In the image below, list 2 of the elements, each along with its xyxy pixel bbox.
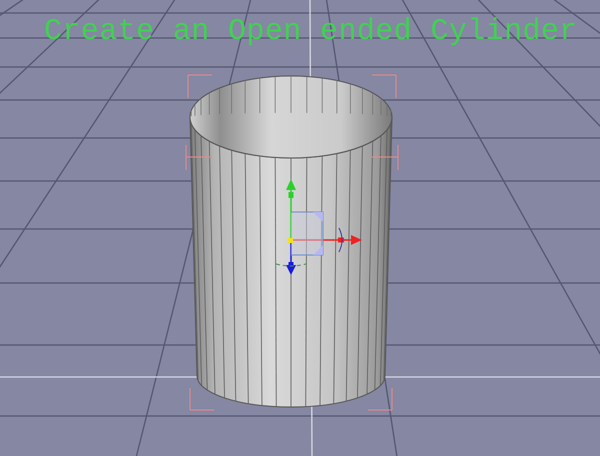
viewport-caption: Create an Open ended Cylinder <box>44 14 578 50</box>
3d-viewport[interactable]: Create an Open ended Cylinder <box>0 0 600 456</box>
